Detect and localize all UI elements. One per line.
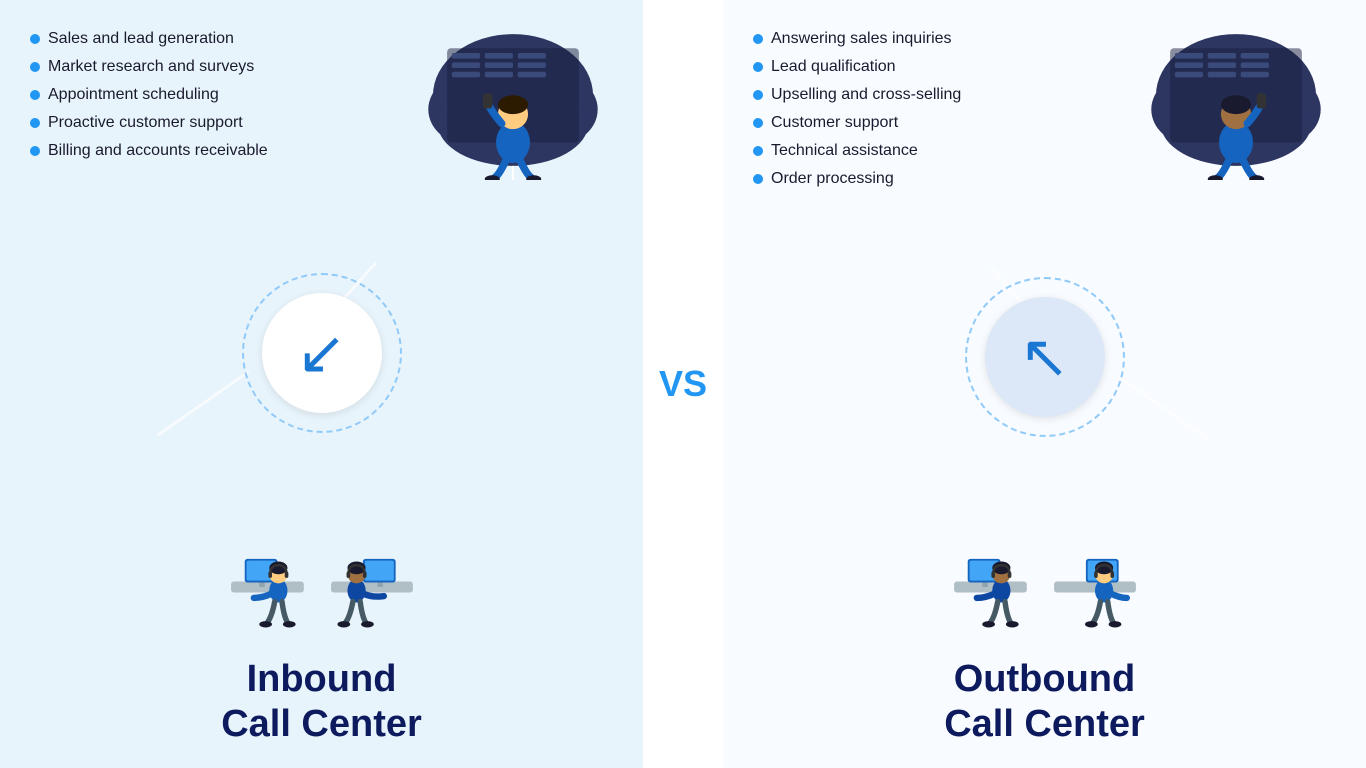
inbound-title-line2: Call Center [221,703,422,745]
list-item-text: Market research and surveys [48,58,254,76]
inbound-bottom-row: Inbound Call Center [30,517,613,748]
outbound-middle-row: ↖ [753,198,1336,517]
workers-svg-right [945,517,1145,637]
list-item: Sales and lead generation [30,30,268,48]
outbound-arrow-circle: ↖ [985,297,1105,417]
list-item: Technical assistance [753,142,961,160]
list-item-text: Proactive customer support [48,114,243,132]
inbound-arrow-wrapper: ↙ [262,293,382,413]
outbound-cloud-illustration [1136,20,1336,190]
inbound-arrow-icon: ↙ [296,323,346,383]
inbound-arrow-circle: ↙ [262,293,382,413]
outbound-workers-illustration [945,517,1145,637]
inbound-bullet-list: Sales and lead generation Market researc… [30,30,268,170]
vs-divider: VS [643,0,723,768]
list-item: Market research and surveys [30,58,268,76]
bullet-dot [30,90,40,100]
inbound-title-line1: Inbound [247,658,397,700]
inbound-cloud-illustration [413,20,613,190]
bullet-dot [753,62,763,72]
list-item-text: Order processing [771,170,894,188]
bullet-dot [753,34,763,44]
list-item-text: Answering sales inquiries [771,30,952,48]
outbound-title-line1: Outbound [954,658,1135,700]
list-item: Answering sales inquiries [753,30,961,48]
left-top-row: Sales and lead generation Market researc… [30,20,613,190]
list-item-text: Upselling and cross-selling [771,86,961,104]
list-item: Lead qualification [753,58,961,76]
bullet-dot [753,90,763,100]
inbound-title: Inbound Call Center [221,657,422,748]
bullet-dot [753,118,763,128]
inbound-middle-row: ↙ [30,190,613,517]
bullet-dot [30,146,40,156]
list-item-text: Technical assistance [771,142,918,160]
list-item: Appointment scheduling [30,86,268,104]
outbound-arrow-wrapper: ↖ [985,297,1105,417]
right-top-row: Answering sales inquiries Lead qualifica… [753,20,1336,198]
list-item: Customer support [753,114,961,132]
bullet-dot [30,34,40,44]
cloud-svg-left [413,20,613,180]
cloud-svg-right [1136,20,1336,180]
outbound-arrow-icon: ↖ [1019,327,1069,387]
bullet-dot [30,62,40,72]
vs-label: VS [659,363,707,405]
workers-svg-left [222,517,422,637]
outbound-title: Outbound Call Center [944,657,1145,748]
list-item: Order processing [753,170,961,188]
bullet-dot [753,174,763,184]
list-item: Billing and accounts receivable [30,142,268,160]
list-item: Upselling and cross-selling [753,86,961,104]
outbound-bullet-list: Answering sales inquiries Lead qualifica… [753,30,961,198]
outbound-title-line2: Call Center [944,703,1145,745]
list-item-text: Customer support [771,114,898,132]
list-item-text: Billing and accounts receivable [48,142,268,160]
list-item-text: Lead qualification [771,58,896,76]
inbound-workers-illustration [222,517,422,637]
outbound-panel: Answering sales inquiries Lead qualifica… [723,0,1366,768]
list-item: Proactive customer support [30,114,268,132]
inbound-panel: Sales and lead generation Market researc… [0,0,643,768]
outbound-bottom-row: Outbound Call Center [753,517,1336,748]
bullet-dot [753,146,763,156]
bullet-dot [30,118,40,128]
list-item-text: Appointment scheduling [48,86,219,104]
list-item-text: Sales and lead generation [48,30,234,48]
